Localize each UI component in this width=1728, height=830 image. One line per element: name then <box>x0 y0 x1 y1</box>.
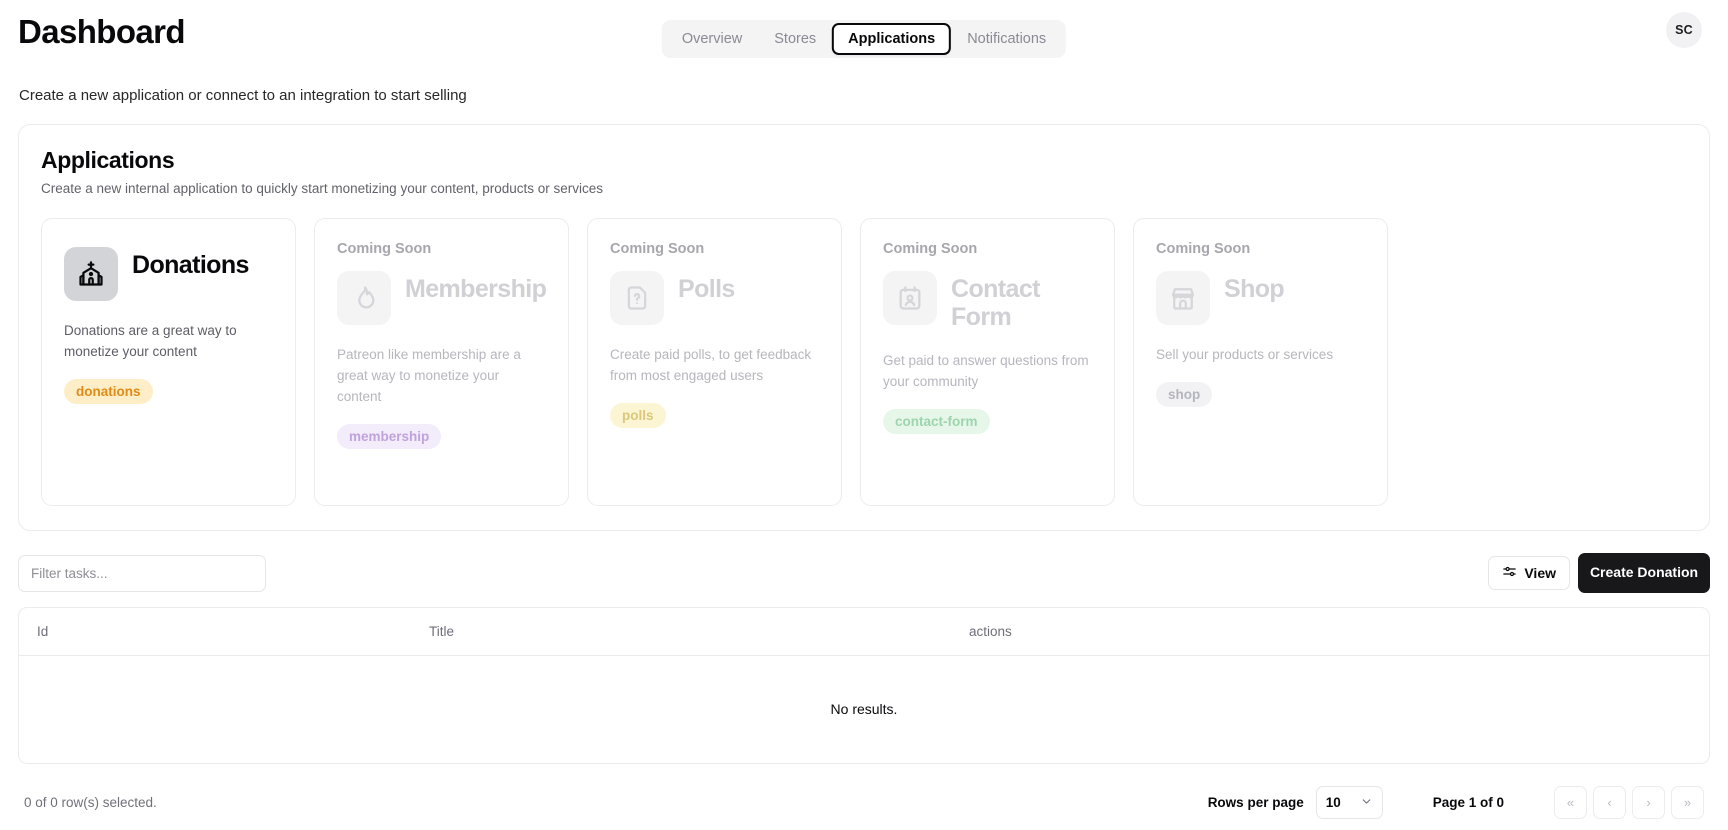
view-button-label: View <box>1524 565 1556 581</box>
card-description: Create paid polls, to get feedback from … <box>610 347 812 383</box>
table-empty-message: No results. <box>830 701 898 718</box>
application-card-membership[interactable]: Coming Soon Membership Patreon like member… <box>314 218 569 506</box>
card-header: Contact Form <box>883 271 1092 331</box>
card-description: Donations are a great way to monetize yo… <box>64 323 237 359</box>
next-page-button[interactable]: › <box>1632 786 1665 819</box>
last-page-button[interactable]: » <box>1671 786 1704 819</box>
pagination-controls: Rows per page 10 Page 1 of 0 «‹ ›» <box>1208 786 1704 819</box>
main-nav: Overview Stores Applications Notifications <box>661 20 1067 58</box>
table-toolbar: View Create Donation <box>18 553 1710 593</box>
card-title: Polls <box>678 275 735 303</box>
card-header: Shop <box>1156 271 1365 325</box>
tab-overview[interactable]: Overview <box>666 23 758 55</box>
card-description: Get paid to answer questions from your c… <box>883 353 1089 389</box>
flame-icon <box>337 271 391 325</box>
card-header: Membership <box>337 271 547 325</box>
card-title: Membership <box>405 275 547 303</box>
card-header: Polls <box>610 271 819 325</box>
rows-selected-label: 0 of 0 row(s) selected. <box>24 795 157 810</box>
card-badge: shop <box>1156 381 1213 407</box>
column-header-actions[interactable]: actions <box>969 608 1709 656</box>
page-title: Dashboard <box>18 12 186 50</box>
pager-buttons: «‹ ›» <box>1554 786 1704 819</box>
rows-per-page-select[interactable]: 10 <box>1315 786 1383 819</box>
application-card-polls[interactable]: Coming Soon Polls Create paid polls, to ge… <box>587 218 842 506</box>
table-head: Id Title actions <box>19 608 1709 656</box>
toolbar-actions: View Create Donation <box>1488 553 1710 593</box>
tasks-table-element: Id Title actions No results. <box>19 608 1709 763</box>
filter-input[interactable] <box>18 554 266 592</box>
dashboard-page: Dashboard Overview Stores Applications Noti… <box>0 0 1728 830</box>
avatar[interactable]: SC <box>1666 12 1702 48</box>
rows-per-page-label: Rows per page <box>1207 795 1304 810</box>
table-body: No results. <box>19 656 1709 763</box>
application-card-donations[interactable]: Donations Donations are a great way to mo… <box>41 218 296 506</box>
view-button[interactable]: View <box>1488 556 1570 590</box>
panel-title: Applications <box>41 147 175 173</box>
previous-page-button[interactable]: ‹ <box>1593 786 1626 819</box>
tab-list: Overview Stores Applications Notifications <box>661 20 1067 58</box>
card-badge: membership <box>337 423 442 449</box>
tab-stores[interactable]: Stores <box>758 23 832 55</box>
application-card-shop[interactable]: Coming Soon Shop Sell your products or ser… <box>1133 218 1388 506</box>
card-description: Sell your products or services <box>1156 347 1334 362</box>
church-icon <box>64 247 118 301</box>
card-description: Patreon like membership are a great way … <box>337 347 521 404</box>
coming-soon-label: Coming Soon <box>337 241 432 257</box>
rows-per-page-value: 10 <box>1325 795 1341 810</box>
tab-applications[interactable]: Applications <box>832 22 952 56</box>
create-donation-button[interactable]: Create Donation <box>1578 553 1710 593</box>
card-badge: polls <box>610 402 666 428</box>
card-title: Contact Form <box>951 275 1040 331</box>
panel-description: Create a new internal application to qui… <box>41 181 604 196</box>
table-footer: 0 of 0 row(s) selected. Rows per page 10… <box>18 786 1710 820</box>
application-card-list: Donations Donations are a great way to mo… <box>41 218 1687 506</box>
column-header-title[interactable]: Title <box>429 608 969 656</box>
first-page-button[interactable]: « <box>1554 786 1587 819</box>
card-title: Donations <box>132 251 249 279</box>
column-header-id[interactable]: Id <box>19 608 429 656</box>
page-header: Dashboard Overview Stores Applications Noti… <box>18 0 1710 62</box>
store-icon <box>1156 271 1210 325</box>
table-empty-row: No results. <box>19 656 1709 763</box>
chevron-down-icon <box>1360 795 1373 811</box>
applications-panel: Applications Create a new internal appli… <box>18 124 1710 531</box>
application-card-contact-form[interactable]: Coming Soon Contact Form Get paid to answe… <box>860 218 1115 506</box>
card-badge: contact-form <box>883 408 990 434</box>
card-title: Shop <box>1224 275 1285 303</box>
file-question-icon <box>610 271 664 325</box>
card-badge: donations <box>64 378 153 404</box>
card-header: Donations <box>64 247 273 301</box>
contact-card-icon <box>883 271 937 325</box>
page-indicator: Page 1 of 0 <box>1432 795 1504 810</box>
tab-notifications[interactable]: Notifications <box>951 23 1062 55</box>
coming-soon-label: Coming Soon <box>883 241 978 257</box>
sliders-icon <box>1502 564 1517 582</box>
coming-soon-label: Coming Soon <box>610 241 705 257</box>
tasks-table: Id Title actions No results. <box>18 607 1710 764</box>
page-subtitle: Create a new application or connect to a… <box>19 87 467 104</box>
table-header-row: Id Title actions <box>19 608 1709 656</box>
coming-soon-label: Coming Soon <box>1156 241 1251 257</box>
